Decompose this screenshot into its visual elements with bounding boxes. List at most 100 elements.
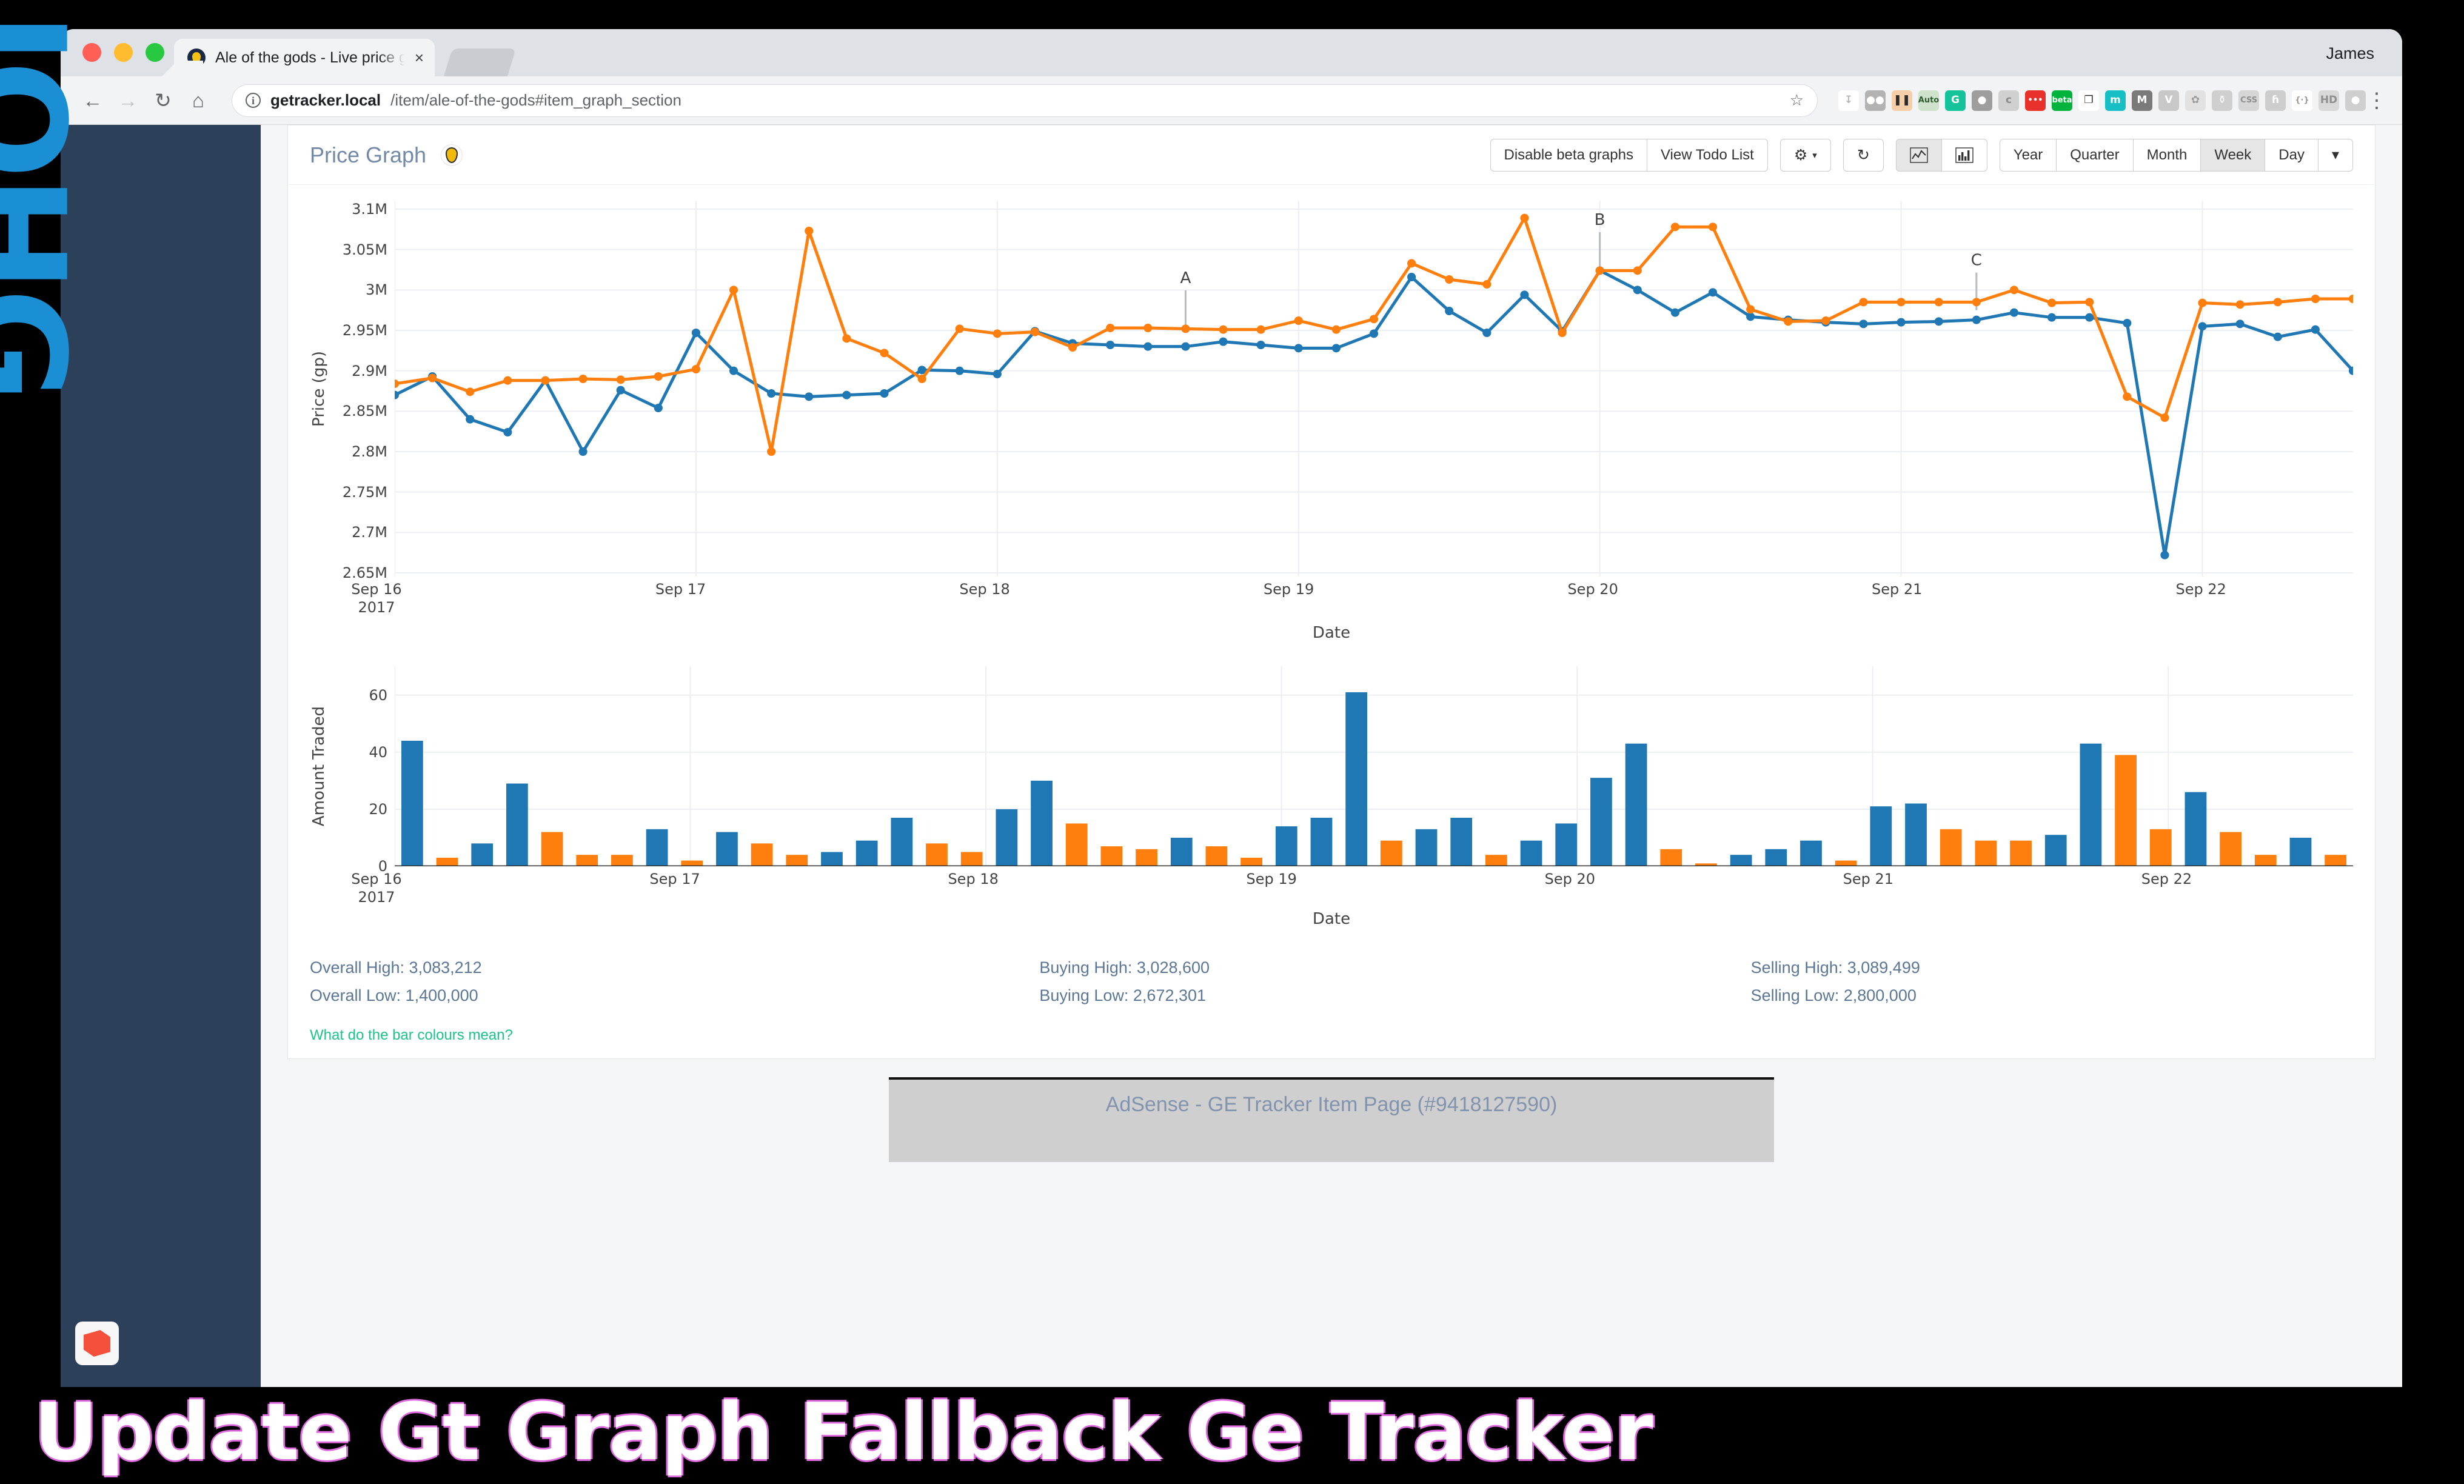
refresh-button-group: ↻ — [1843, 138, 1884, 172]
tab-title: Ale of the gods - Live price graph — [215, 48, 405, 66]
site-sidebar — [61, 125, 261, 1387]
copy-pages-icon[interactable]: ❐ — [2078, 90, 2099, 111]
grammarly-icon[interactable]: G — [1945, 90, 1966, 111]
line-chart-button[interactable] — [1895, 138, 1941, 172]
price-ytick-label: 2.7M — [352, 524, 387, 541]
m-teal-icon[interactable]: m — [2105, 90, 2126, 111]
bar-chart-icon — [1955, 147, 1974, 163]
css-icon[interactable]: CSS — [2238, 90, 2259, 111]
back-icon[interactable]: ← — [75, 89, 110, 112]
volume-xtick-label: Sep 16 2017 — [351, 871, 402, 906]
volume-xtick-label: Sep 18 — [948, 871, 999, 887]
price-chart-plot[interactable]: A B C — [395, 201, 2353, 577]
price-chart-area: Price (gp) 2.65M 2.7M 2.75M 2.8M 2.85M 2.9M 2.… — [288, 185, 2375, 642]
bookmark-star-icon[interactable]: ☆ — [1790, 91, 1804, 110]
reload-icon[interactable]: ↻ — [146, 89, 181, 112]
refresh-button[interactable]: ↻ — [1843, 138, 1884, 172]
price-ytick-label: 3M — [366, 281, 387, 299]
adsense-label: AdSense - GE Tracker Item Page (#9418127… — [1105, 1092, 1558, 1116]
trophy-icon[interactable]: ⚱ — [2212, 90, 2232, 111]
price-chart-yticks: 2.65M 2.7M 2.75M 2.8M 2.85M 2.9M 2.95M 3M 3.05M 3… — [328, 201, 395, 581]
h-script-icon[interactable]: ɦ — [2265, 90, 2286, 111]
browser-tab[interactable]: Ale of the gods - Live price graph × — [174, 39, 435, 76]
settings-button[interactable]: ⚙ ▾ — [1779, 138, 1831, 172]
minimize-window-button[interactable] — [114, 43, 133, 62]
text-button-group: Disable beta graphs View Todo List — [1490, 138, 1768, 172]
extension-icons: ↧ ●● ❚❚ Auto G ● c ••• beta ❐ m M V ✿ ⚱ CSS ɦ {·} HD ● — [1833, 90, 2366, 111]
price-xtick-label: Sep 18 — [959, 581, 1010, 598]
overall-low: Overall Low: 1,400,000 — [310, 986, 478, 1005]
buying-stats-column: Buying High: 3,028,600 Buying Low: 2,672… — [991, 954, 1672, 1010]
camera-icon[interactable]: ● — [2345, 90, 2366, 111]
overall-high: Overall High: 3,083,212 — [310, 958, 482, 977]
volume-xtick-label: Sep 19 — [1246, 871, 1297, 887]
red-dots-icon[interactable]: ••• — [2025, 90, 2046, 111]
thermometer-icon[interactable]: ❚❚ — [1892, 90, 1912, 111]
svg-text:C: C — [1971, 252, 1982, 270]
range-button-day[interactable]: Day — [2265, 138, 2318, 172]
range-button-month[interactable]: Month — [2132, 138, 2201, 172]
volume-chart-yticks: 0 20 40 60 — [328, 666, 395, 875]
browser-window: Ale of the gods - Live price graph × Jam… — [61, 29, 2402, 1387]
range-button-year[interactable]: Year — [1999, 138, 2057, 172]
price-ytick-label: 3.1M — [352, 201, 387, 218]
time-range-group: Year Quarter Month Week Day ▾ — [1999, 138, 2353, 172]
address-bar[interactable]: i getracker.local /item/ale-of-the-gods#… — [232, 84, 1818, 117]
m-grey-icon[interactable]: M — [2132, 90, 2152, 111]
volume-ytick-label: 20 — [369, 800, 387, 818]
selling-low: Selling Low: 2,800,000 — [1750, 986, 1917, 1005]
volume-chart-plot[interactable] — [395, 666, 2353, 866]
braces-icon[interactable]: {·} — [2292, 90, 2312, 111]
auto-icon[interactable]: Auto — [1918, 90, 1939, 111]
profile-name[interactable]: James — [2326, 44, 2374, 63]
chrome-menu-icon[interactable]: ⋮ — [2366, 89, 2388, 113]
close-window-button[interactable] — [82, 43, 101, 62]
range-button-week[interactable]: Week — [2200, 138, 2265, 172]
buying-high: Buying High: 3,028,600 — [1039, 958, 1210, 977]
overall-stats-column: Overall High: 3,083,212 Overall Low: 1,4… — [310, 954, 991, 1010]
volume-chart-area: Amount Traded 0 20 40 60 Sep 16 2017 Sep 17 Se… — [288, 642, 2375, 928]
volume-xtick-label: Sep 20 — [1544, 871, 1595, 887]
bar-chart-button[interactable] — [1941, 138, 1987, 172]
maximize-window-button[interactable] — [146, 43, 164, 62]
home-icon[interactable]: ⌂ — [181, 89, 216, 112]
beta-extension-icon[interactable]: beta — [2052, 90, 2072, 111]
card-header: Price Graph Disable beta graphs View Tod… — [288, 125, 2375, 185]
page-title: Price Graph — [310, 142, 427, 167]
volume-chart-xlabel: Date — [1312, 910, 1351, 928]
collapse-arrows-icon[interactable]: ↧ — [1838, 90, 1859, 111]
adsense-placeholder: AdSense - GE Tracker Item Page (#9418127… — [889, 1077, 1774, 1162]
volume-ytick-label: 40 — [369, 743, 387, 761]
site-info-icon[interactable]: i — [246, 93, 261, 108]
c-extension-icon[interactable]: c — [1998, 90, 2019, 111]
price-graph-card: Price Graph Disable beta graphs View Tod… — [287, 125, 2375, 1059]
v-icon[interactable]: V — [2158, 90, 2179, 111]
forward-icon[interactable]: → — [110, 89, 146, 112]
hd-icon[interactable]: HD — [2318, 90, 2339, 111]
volume-xtick-label: Sep 21 — [1843, 871, 1894, 887]
volume-ytick-label: 60 — [369, 686, 387, 704]
main-content: Price Graph Disable beta graphs View Tod… — [261, 125, 2402, 1387]
price-ytick-label: 2.9M — [352, 362, 387, 379]
bar-colours-link[interactable]: What do the bar colours mean? — [288, 1010, 2375, 1044]
flower-icon[interactable]: ✿ — [2185, 90, 2206, 111]
price-ytick-label: 2.95M — [342, 322, 387, 339]
window-controls[interactable] — [61, 43, 164, 76]
close-tab-icon[interactable]: × — [415, 50, 424, 65]
lastpass-shield-icon[interactable]: ● — [1972, 90, 1992, 111]
graph-toolbar: Disable beta graphs View Todo List ⚙ ▾ ↻… — [1490, 138, 2353, 172]
view-todo-list-button[interactable]: View Todo List — [1646, 138, 1768, 172]
adsense-container: AdSense - GE Tracker Item Page (#9418127… — [287, 1058, 2375, 1162]
new-tab-button[interactable] — [443, 48, 517, 76]
range-button-quarter[interactable]: Quarter — [2056, 138, 2133, 172]
price-xtick-label: Sep 21 — [1871, 581, 1923, 598]
range-more-button[interactable]: ▾ — [2317, 138, 2353, 172]
line-chart-icon — [1910, 147, 1928, 163]
disable-beta-graphs-button[interactable]: Disable beta graphs — [1490, 138, 1647, 172]
price-chart-xlabel: Date — [1312, 624, 1351, 642]
binocular-icon[interactable]: ●● — [1865, 90, 1886, 111]
settings-button-group: ⚙ ▾ — [1779, 138, 1831, 172]
price-xtick-label: Sep 22 — [2175, 581, 2226, 598]
price-xtick-label: Sep 17 — [655, 581, 706, 598]
buying-low: Buying Low: 2,672,301 — [1039, 986, 1207, 1005]
